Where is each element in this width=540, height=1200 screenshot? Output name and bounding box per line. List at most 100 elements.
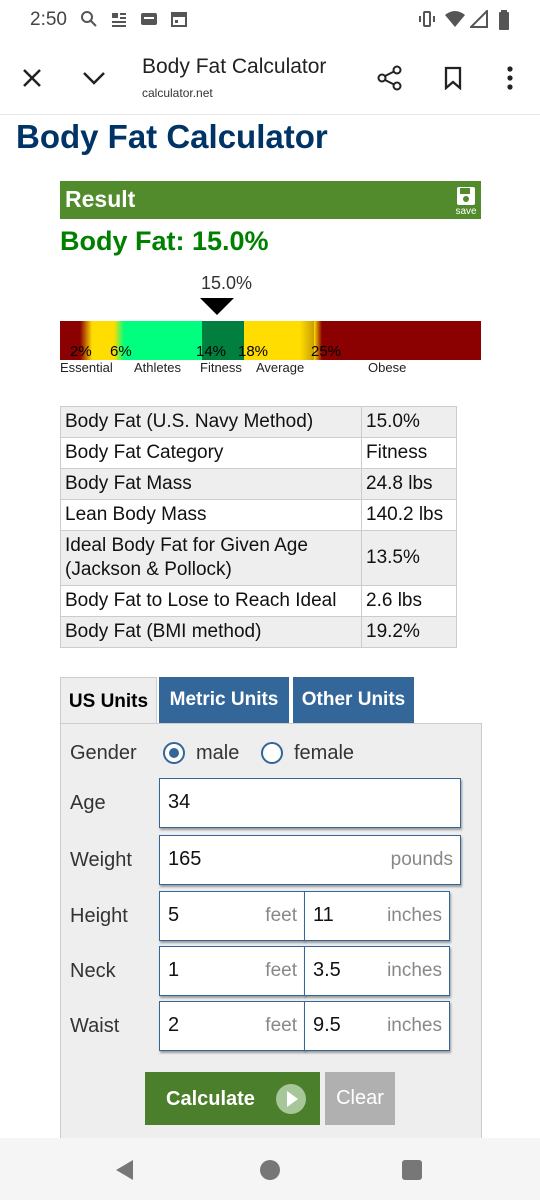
table-cell-value: 19.2%	[361, 616, 457, 648]
body-fat-result: Body Fat: 15.0%	[60, 226, 269, 256]
neck-inches-input[interactable]: 3.5 inches	[304, 946, 450, 996]
scale-label-essential: Essential	[60, 360, 113, 375]
age-input-value: 34	[168, 791, 191, 813]
page-title: Body Fat Calculator	[16, 118, 328, 155]
height-inches-input[interactable]: 11 inches	[304, 891, 450, 941]
table-cell-label: Body Fat (U.S. Navy Method)	[60, 406, 362, 438]
notification-icon	[140, 10, 158, 28]
tab-us-units[interactable]: US Units	[60, 677, 157, 725]
waist-inches-input[interactable]: 9.5 inches	[304, 1001, 450, 1051]
height-feet-value: 5	[168, 904, 180, 926]
save-button[interactable]: save	[453, 184, 477, 218]
height-inches-value: 11	[313, 904, 334, 926]
feet-unit-label: feet	[265, 960, 297, 981]
scale-marker-value: 15.0%	[201, 273, 253, 293]
inches-unit-label: inches	[387, 960, 442, 981]
gender-male-label[interactable]: male	[196, 742, 239, 765]
table-row: Body Fat (BMI method) 19.2%	[60, 616, 457, 648]
gender-female-label[interactable]: female	[294, 742, 354, 765]
more-menu-icon[interactable]	[490, 58, 530, 98]
clear-button[interactable]: Clear	[325, 1072, 395, 1125]
chevron-down-icon[interactable]	[74, 58, 114, 98]
table-cell-label: Body Fat to Lose to Reach Ideal	[60, 585, 362, 617]
result-table: Body Fat (U.S. Navy Method) 15.0% Body Fa…	[60, 406, 457, 648]
status-time: 2:50	[30, 9, 67, 30]
table-cell-value: 2.6 lbs	[361, 585, 457, 617]
body-fat-scale: 2% 6% 14% 18% 25%	[60, 321, 481, 360]
weight-label: Weight	[70, 849, 132, 871]
table-row: Ideal Body Fat for Given Age (Jackson & …	[60, 530, 457, 586]
inches-unit-label: inches	[387, 1015, 442, 1036]
bookmark-icon[interactable]	[433, 58, 473, 98]
status-bar: 2:50	[0, 0, 540, 40]
browser-page-title: Body Fat Calculator	[142, 55, 327, 78]
wifi-icon	[445, 10, 465, 28]
back-icon[interactable]	[116, 1160, 133, 1180]
calendar-icon	[170, 10, 188, 28]
scale-tick-14: 14%	[196, 343, 227, 360]
scale-label-average: Average	[256, 360, 305, 375]
gender-label: Gender	[70, 742, 137, 764]
recent-apps-icon[interactable]	[402, 1160, 422, 1180]
table-cell-value: 24.8 lbs	[361, 468, 457, 500]
save-icon	[457, 187, 475, 205]
weight-input-value: 165	[168, 848, 202, 870]
home-icon[interactable]	[260, 1160, 280, 1180]
scale-label-athletes: Athletes	[134, 360, 181, 375]
calculate-button[interactable]: Calculate	[145, 1072, 320, 1125]
table-cell-value: 13.5%	[361, 530, 457, 586]
scale-label-fitness: Fitness	[200, 360, 242, 375]
age-label: Age	[70, 792, 106, 814]
result-label: Result	[65, 186, 136, 212]
waist-feet-input[interactable]: 2 feet	[159, 1001, 305, 1051]
feet-unit-label: feet	[265, 905, 297, 926]
weight-unit-label: pounds	[390, 849, 453, 870]
signal-icon	[468, 8, 488, 28]
table-row: Lean Body Mass 140.2 lbs	[60, 499, 457, 531]
waist-inches-value: 9.5	[313, 1014, 341, 1036]
table-cell-label: Body Fat Category	[60, 437, 362, 469]
table-row: Body Fat Category Fitness	[60, 437, 457, 469]
scale-tick-18: 18%	[238, 343, 269, 360]
scale-tick-25: 25%	[311, 343, 342, 360]
inches-unit-label: inches	[387, 905, 442, 926]
calculate-label: Calculate	[166, 1088, 255, 1110]
neck-feet-input[interactable]: 1 feet	[159, 946, 305, 996]
navigation-bar	[0, 1138, 540, 1200]
feet-unit-label: feet	[265, 1015, 297, 1036]
battery-icon	[495, 10, 513, 30]
share-icon[interactable]	[370, 58, 410, 98]
browser-toolbar: Body Fat Calculator calculator.net	[0, 40, 540, 115]
scale-segment-athletes	[124, 321, 202, 360]
table-cell-value: 140.2 lbs	[361, 499, 457, 531]
age-input[interactable]: 34	[159, 778, 461, 828]
news-icon	[110, 10, 128, 28]
vibrate-icon	[418, 10, 436, 28]
search-icon	[80, 10, 98, 28]
gender-male-radio[interactable]	[163, 742, 185, 764]
table-cell-value: Fitness	[361, 437, 457, 469]
table-row: Body Fat (U.S. Navy Method) 15.0%	[60, 406, 457, 438]
tab-metric-units[interactable]: Metric Units	[159, 677, 289, 723]
browser-url: calculator.net	[142, 86, 213, 100]
neck-label: Neck	[70, 960, 116, 982]
table-row: Body Fat to Lose to Reach Ideal 2.6 lbs	[60, 585, 457, 617]
neck-feet-value: 1	[168, 959, 180, 981]
save-label: save	[455, 206, 477, 217]
scale-segment-obese	[322, 321, 481, 360]
tab-other-units[interactable]: Other Units	[293, 677, 414, 723]
height-feet-input[interactable]: 5 feet	[159, 891, 305, 941]
scale-tick-2: 2%	[70, 343, 92, 360]
gender-female-radio[interactable]	[261, 742, 283, 764]
table-row: Body Fat Mass 24.8 lbs	[60, 468, 457, 500]
table-cell-value: 15.0%	[361, 406, 457, 438]
scale-label-obese: Obese	[368, 360, 407, 375]
height-label: Height	[70, 905, 128, 927]
result-header: Result save	[60, 181, 481, 219]
neck-inches-value: 3.5	[313, 959, 341, 981]
weight-input[interactable]: 165 pounds	[159, 835, 461, 885]
table-cell-label: Lean Body Mass	[60, 499, 362, 531]
table-cell-label: Body Fat (BMI method)	[60, 616, 362, 648]
close-icon[interactable]	[12, 58, 52, 98]
play-icon	[276, 1084, 306, 1114]
